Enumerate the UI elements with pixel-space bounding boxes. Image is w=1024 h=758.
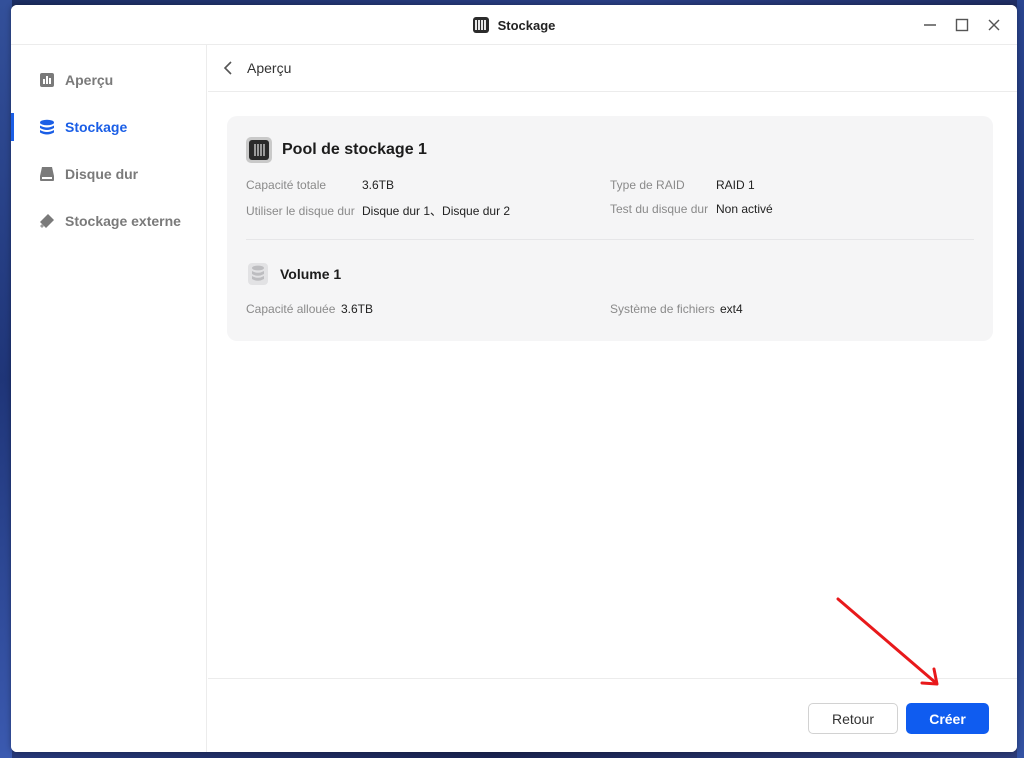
title-group: Stockage <box>11 5 1017 45</box>
pool-disk-test: Test du disque dur Non activé <box>610 202 773 216</box>
storage-pool-icon <box>246 137 272 163</box>
volume-filesystem: Système de fichiers ext4 <box>610 302 743 316</box>
sidebar-item-stockage-externe[interactable]: Stockage externe <box>11 201 207 241</box>
pool-raid-value: RAID 1 <box>716 178 755 192</box>
sidebar-item-label: Stockage externe <box>65 213 181 229</box>
summary-card: Pool de stockage 1 Capacité totale 3.6TB … <box>227 116 993 341</box>
title-bar[interactable]: Stockage <box>11 5 1017 45</box>
pool-title-row: Pool de stockage 1 <box>246 137 427 163</box>
volume-allocated-value: 3.6TB <box>341 302 374 316</box>
volume-title: Volume 1 <box>280 266 342 282</box>
page-title: Aperçu <box>247 60 292 76</box>
chevron-left-icon[interactable] <box>223 58 239 78</box>
pool-capacity-value: 3.6TB <box>362 178 395 192</box>
sidebar-item-disque-dur[interactable]: Disque dur <box>11 154 207 194</box>
footer-bar: Retour Créer <box>208 678 1017 752</box>
sidebar: Aperçu Stockage Disque dur Stockage exte… <box>11 45 207 752</box>
close-icon[interactable] <box>985 16 1003 34</box>
volume-allocated-label: Capacité allouée <box>246 302 336 316</box>
volume-title-row: Volume 1 <box>246 262 341 286</box>
window-title: Stockage <box>497 17 556 33</box>
sidebar-item-label: Disque dur <box>65 166 139 182</box>
volume-filesystem-label: Système de fichiers <box>610 302 715 316</box>
hard-drive-icon <box>38 166 55 183</box>
sidebar-item-label: Stockage <box>65 119 128 135</box>
pool-raid: Type de RAID RAID 1 <box>610 178 755 192</box>
sidebar-item-stockage[interactable]: Stockage <box>11 107 207 147</box>
card-divider <box>246 239 974 240</box>
pool-title: Pool de stockage 1 <box>282 141 427 158</box>
desktop-wallpaper-right <box>1017 0 1024 758</box>
pool-disk-test-value: Non activé <box>716 202 773 216</box>
storage-window: Stockage Aperçu Stockage Disque dur Stoc… <box>11 5 1017 752</box>
storage-app-icon <box>472 17 489 33</box>
maximize-icon[interactable] <box>953 16 971 34</box>
minimize-icon[interactable] <box>921 16 939 34</box>
sidebar-item-label: Aperçu <box>65 72 114 88</box>
volume-filesystem-value: ext4 <box>720 302 743 316</box>
pool-disks-label: Utiliser le disque dur <box>246 204 355 218</box>
pool-capacity: Capacité totale 3.6TB <box>246 178 394 192</box>
page-header: Aperçu <box>208 45 1017 92</box>
pool-disk-test-label: Test du disque dur <box>610 202 709 216</box>
pool-disks-value: Disque dur 1、Disque dur 2 <box>362 204 511 218</box>
window-controls <box>921 5 1003 45</box>
volume-allocated: Capacité allouée 3.6TB <box>246 302 373 316</box>
back-button[interactable]: Retour <box>808 703 898 734</box>
pool-raid-label: Type de RAID <box>610 178 685 192</box>
pool-capacity-label: Capacité totale <box>246 178 327 192</box>
chart-icon <box>38 72 55 89</box>
create-button[interactable]: Créer <box>906 703 989 734</box>
usb-drive-icon <box>38 213 55 230</box>
pool-disks: Utiliser le disque dur Disque dur 1、Disqu… <box>246 202 510 219</box>
sidebar-item-apercu[interactable]: Aperçu <box>11 60 207 100</box>
database-icon <box>38 119 55 136</box>
main-panel: Aperçu Pool de stockage 1 Capacité total… <box>208 45 1017 752</box>
volume-icon <box>246 262 270 286</box>
